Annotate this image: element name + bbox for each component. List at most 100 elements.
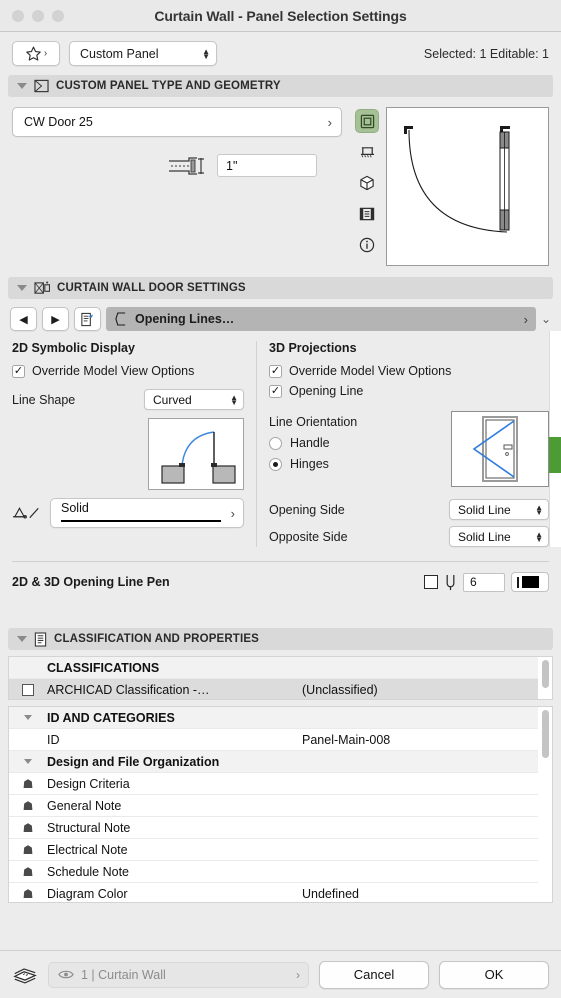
table-row[interactable]: ☗ Schedule Note [9,861,552,883]
eye-icon[interactable] [58,969,74,980]
table-row[interactable]: ☗ Structural Note [9,817,552,839]
section-title: CURTAIN WALL DOOR SETTINGS [57,282,246,294]
curtain-wall-door-icon [34,280,50,296]
layer-value: 1 | Curtain Wall [81,967,166,982]
id-categories-scrollbar[interactable] [538,707,552,902]
override-mvo-3d-row[interactable]: ✓ Override Model View Options [269,364,549,378]
opening-side-dropdown[interactable]: Solid Line ▲ ▼ [449,499,549,520]
linetype-icon [12,504,42,522]
classification-icon [34,631,47,647]
list-group-header[interactable]: Design and File Organization [9,751,552,773]
id-categories-list[interactable]: ID AND CATEGORIES ID Panel-Main-008 Desi… [8,706,553,903]
pen-color-swatch[interactable] [511,572,549,592]
classifications-list[interactable]: CLASSIFICATIONS ARCHICAD Classification … [8,656,553,700]
pen-override-checkbox[interactable] [424,575,438,589]
radio-hinges-row[interactable]: Hinges [269,457,451,471]
layers-icon[interactable] [12,965,38,985]
opposite-side-row: Opposite Side Solid Line ▲ ▼ [269,526,549,547]
linetype-selector[interactable]: Solid › [50,498,244,528]
page-jump-button[interactable] [74,307,101,331]
table-row[interactable]: ☗ General Note [9,795,552,817]
line-shape-label: Line Shape [12,392,76,407]
pen-weight-indicator [517,576,519,588]
chevron-right-icon: › [327,114,332,130]
group-disclosure-icon[interactable] [9,759,47,764]
plan-view-icon[interactable] [355,109,379,133]
disclosure-triangle-icon[interactable] [17,285,27,291]
opening-line-3d-preview [451,411,549,487]
stepper-icon: ▲ ▼ [230,392,238,407]
link-icon: ☗ [22,798,34,813]
stepper-icon: ▲ ▼ [535,502,543,517]
chevron-right-icon: › [230,506,235,521]
pen-icon [444,574,457,591]
thickness-input[interactable]: 1" [217,154,317,177]
table-row[interactable]: ID Panel-Main-008 [9,729,552,751]
classifications-scrollbar[interactable] [538,657,552,699]
pen-number-value: 6 [470,575,477,589]
section-header-panel-type[interactable]: CUSTOM PANEL TYPE AND GEOMETRY [8,75,553,97]
property-name: General Note [47,798,122,813]
opening-line-pen-row: 2D & 3D Opening Line Pen 6 [0,562,561,592]
chevron-down-icon[interactable]: ⌄ [541,312,553,326]
table-row[interactable]: ARCHICAD Classification -… (Unclassified… [9,679,552,699]
opening-side-value: Solid Line [458,502,511,517]
table-row[interactable]: ☗ Design Criteria [9,773,552,795]
checkbox-icon[interactable]: ✓ [12,364,25,378]
list-header-row: CLASSIFICATIONS [9,657,552,679]
classifications-header: CLASSIFICATIONS [47,660,160,675]
line-shape-row: Line Shape Curved ▲ ▼ [12,389,244,410]
tab-opening-lines[interactable]: Opening Lines… › [106,307,536,331]
id-categories-scroll-thumb[interactable] [542,710,549,758]
cancel-button[interactable]: Cancel [319,960,429,989]
group-disclosure-icon[interactable] [9,715,47,720]
settings-scroll-thumb[interactable] [549,437,561,473]
next-page-button[interactable]: ▶ [42,307,69,331]
column-3d-header: 3D Projections [269,341,357,355]
property-value[interactable]: Panel-Main-008 [302,733,552,747]
classification-name: ARCHICAD Classification -… [47,682,210,697]
section-header-classification[interactable]: CLASSIFICATION AND PROPERTIES [8,628,553,650]
line-shape-dropdown[interactable]: Curved ▲ ▼ [144,389,244,410]
override-mvo-3d-label: Override Model View Options [289,364,452,378]
linetype-value: Solid [61,501,89,515]
opening-side-label: Opening Side [269,502,345,517]
object-name: CW Door 25 [24,115,93,129]
3d-view-icon[interactable] [355,171,379,195]
disclosure-triangle-icon[interactable] [17,636,27,642]
radio-handle-row[interactable]: Handle [269,436,451,450]
preset-dropdown[interactable]: Custom Panel ▲ ▼ [69,41,217,66]
link-icon: ☗ [22,864,34,879]
linetype-sample [61,520,221,522]
tab-label: Opening Lines… [135,312,235,326]
info-icon[interactable] [355,233,379,257]
opposite-side-dropdown[interactable]: Solid Line ▲ ▼ [449,526,549,547]
panel-thickness-icon [167,156,207,176]
object-selector[interactable]: CW Door 25 › [12,107,342,137]
layer-selector[interactable]: 1 | Curtain Wall › [48,961,309,988]
selection-info: Selected: 1 Editable: 1 [423,46,549,61]
opening-line-row[interactable]: ✓ Opening Line [269,384,549,398]
table-row[interactable]: ☗ Electrical Note [9,839,552,861]
radio-handle[interactable] [269,436,282,450]
list-group-header[interactable]: ID AND CATEGORIES [9,707,552,729]
link-icon: ☗ [22,820,34,835]
section-view-icon[interactable] [355,202,379,226]
pen-number-input[interactable]: 6 [463,572,505,592]
elevation-view-icon[interactable] [355,140,379,164]
radio-hinges[interactable] [269,457,282,471]
property-name: Diagram Color [47,886,128,901]
checkbox-icon[interactable]: ✓ [269,384,282,398]
table-row[interactable]: ☗ Diagram Color Undefined [9,883,552,902]
favorites-button[interactable]: › [12,41,60,66]
checkbox-icon[interactable]: ✓ [269,364,282,378]
section-header-door-settings[interactable]: CURTAIN WALL DOOR SETTINGS [8,277,553,299]
checkbox-icon[interactable] [9,683,47,696]
prev-page-button[interactable]: ◀ [10,307,37,331]
classifications-scroll-thumb[interactable] [542,660,549,688]
override-mvo-2d-row[interactable]: ✓ Override Model View Options [12,364,244,378]
ok-button[interactable]: OK [439,960,549,989]
property-value[interactable]: Undefined [302,887,552,901]
disclosure-triangle-icon[interactable] [17,83,27,89]
view-mode-rail[interactable] [352,107,382,266]
